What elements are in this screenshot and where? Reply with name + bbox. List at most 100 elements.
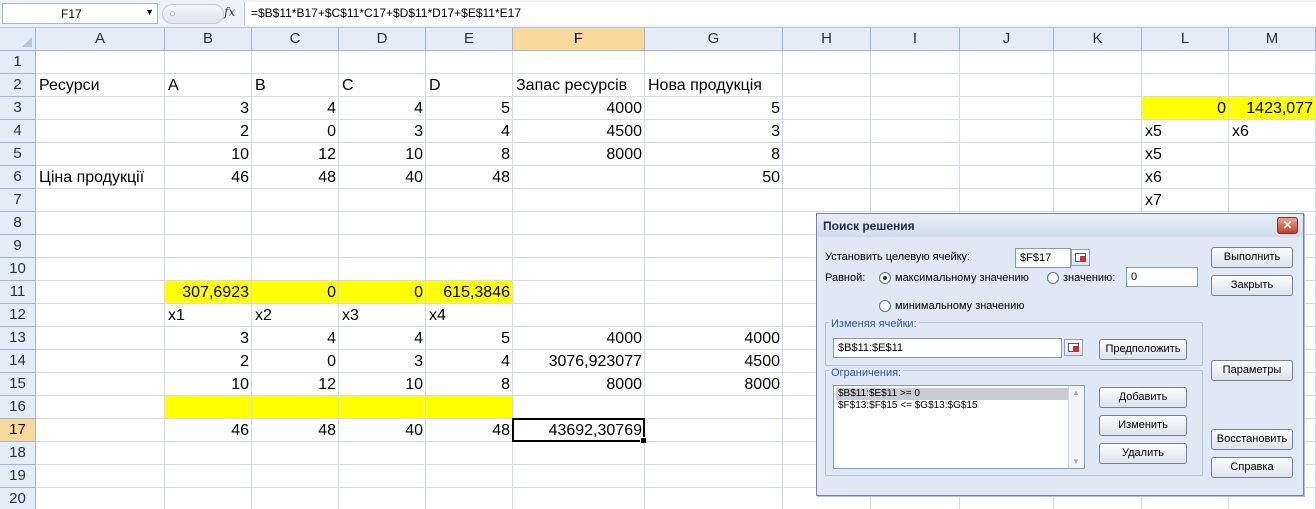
cell-c12[interactable]: x2 xyxy=(252,304,339,327)
cell-d6[interactable]: 40 xyxy=(339,166,426,189)
cell-e14[interactable]: 4 xyxy=(426,350,513,373)
chevron-down-icon[interactable]: ▼ xyxy=(145,7,154,17)
cell-b12[interactable]: x1 xyxy=(165,304,252,327)
target-cell-input[interactable]: $F$17 xyxy=(1015,248,1071,268)
cell-c2[interactable]: B xyxy=(252,74,339,97)
cell-m3[interactable]: 1423,077 xyxy=(1229,97,1316,120)
row-header[interactable]: 12 xyxy=(0,304,36,327)
row-header[interactable]: 9 xyxy=(0,235,36,258)
row-header[interactable]: 16 xyxy=(0,396,36,419)
cell-e15[interactable]: 8 xyxy=(426,373,513,396)
cell-c15[interactable]: 12 xyxy=(252,373,339,396)
column-header[interactable]: K xyxy=(1054,28,1142,51)
row-header[interactable]: 8 xyxy=(0,212,36,235)
cell-d5[interactable]: 10 xyxy=(339,143,426,166)
cell-d11[interactable]: 0 xyxy=(339,281,426,304)
changing-cells-input[interactable]: $B$11:$E$11 xyxy=(833,338,1062,358)
column-header[interactable]: B xyxy=(165,28,252,51)
row-header[interactable]: 17 xyxy=(0,419,36,442)
cell-g5[interactable]: 8 xyxy=(645,143,783,166)
cell-d2[interactable]: C xyxy=(339,74,426,97)
cell-b2[interactable]: A xyxy=(165,74,252,97)
cell-g14[interactable]: 4500 xyxy=(645,350,783,373)
constraints-list[interactable]: $B$11:$E$11 >= 0 $F$13:$F$15 <= $G$13:$G… xyxy=(833,385,1085,469)
options-button[interactable]: Параметры xyxy=(1211,360,1293,381)
row-header[interactable]: 10 xyxy=(0,258,36,281)
row-header[interactable]: 18 xyxy=(0,442,36,465)
close-icon[interactable]: ✕ xyxy=(1277,217,1298,234)
change-constraint-button[interactable]: Изменить xyxy=(1099,415,1187,436)
cell-c4[interactable]: 0 xyxy=(252,120,339,143)
dialog-titlebar[interactable]: Поиск решения ✕ xyxy=(817,214,1303,237)
column-header[interactable]: H xyxy=(783,28,871,51)
delete-constraint-button[interactable]: Удалить xyxy=(1099,443,1187,464)
name-box[interactable]: F17 ▼ xyxy=(2,3,158,24)
cell-e2[interactable]: D xyxy=(426,74,513,97)
cell-f14[interactable]: 3076,923077 xyxy=(513,350,645,373)
cell-a6[interactable]: Ціна продукції xyxy=(36,166,165,189)
cell-g13[interactable]: 4000 xyxy=(645,327,783,350)
cell-f5[interactable]: 8000 xyxy=(513,143,645,166)
cell-a2[interactable]: Ресурси xyxy=(36,74,165,97)
row-header[interactable]: 14 xyxy=(0,350,36,373)
cell-l6[interactable]: x6 xyxy=(1142,166,1229,189)
cell-e4[interactable]: 4 xyxy=(426,120,513,143)
column-header[interactable]: I xyxy=(871,28,960,51)
cell-e6[interactable]: 48 xyxy=(426,166,513,189)
cell-g4[interactable]: 3 xyxy=(645,120,783,143)
cell-g15[interactable]: 8000 xyxy=(645,373,783,396)
column-header[interactable]: M xyxy=(1229,28,1316,51)
add-constraint-button[interactable]: Добавить xyxy=(1099,387,1187,408)
help-button[interactable]: Справка xyxy=(1211,457,1293,478)
cell-e17[interactable]: 48 xyxy=(426,419,513,442)
guess-button[interactable]: Предположить xyxy=(1099,339,1187,360)
cell-c5[interactable]: 12 xyxy=(252,143,339,166)
insert-function-icon[interactable]: fx xyxy=(224,5,235,19)
cell-m4[interactable]: x6 xyxy=(1229,120,1316,143)
row-header[interactable]: 11 xyxy=(0,281,36,304)
cell-l7[interactable]: x7 xyxy=(1142,189,1229,212)
cell-g3[interactable]: 5 xyxy=(645,97,783,120)
column-header[interactable]: J xyxy=(960,28,1054,51)
row-header[interactable]: 20 xyxy=(0,488,36,509)
formula-bar-handle[interactable]: ○ xyxy=(162,4,224,24)
cell-l5[interactable]: x5 xyxy=(1142,143,1229,166)
cell-d13[interactable]: 4 xyxy=(339,327,426,350)
scroll-down-icon[interactable]: ▼ xyxy=(1072,457,1080,466)
cell-c13[interactable]: 4 xyxy=(252,327,339,350)
cell-b4[interactable]: 2 xyxy=(165,120,252,143)
cell-b15[interactable]: 10 xyxy=(165,373,252,396)
reset-button[interactable]: Восстановить xyxy=(1211,429,1293,450)
cell-l4[interactable]: x5 xyxy=(1142,120,1229,143)
row-header[interactable]: 1 xyxy=(0,51,36,74)
cell-e3[interactable]: 5 xyxy=(426,97,513,120)
cell-c3[interactable]: 4 xyxy=(252,97,339,120)
column-header[interactable]: C xyxy=(252,28,339,51)
cell-c17[interactable]: 48 xyxy=(252,419,339,442)
radio-max[interactable] xyxy=(879,272,891,284)
column-header[interactable]: E xyxy=(426,28,513,51)
cell-b5[interactable]: 10 xyxy=(165,143,252,166)
solve-button[interactable]: Выполнить xyxy=(1211,247,1293,268)
column-header[interactable]: L xyxy=(1142,28,1229,51)
row-header[interactable]: 15 xyxy=(0,373,36,396)
formula-input[interactable]: =$B$11*B17+$C$11*C17+$D$11*D17+$E$11*E17 xyxy=(244,2,1316,25)
cell-d14[interactable]: 3 xyxy=(339,350,426,373)
cell-c11[interactable]: 0 xyxy=(252,281,339,304)
radio-value[interactable] xyxy=(1047,272,1059,284)
row-header[interactable]: 13 xyxy=(0,327,36,350)
cell-b17[interactable]: 46 xyxy=(165,419,252,442)
cell-d3[interactable]: 4 xyxy=(339,97,426,120)
cell-d17[interactable]: 40 xyxy=(339,419,426,442)
row-header[interactable]: 6 xyxy=(0,166,36,189)
cell-d12[interactable]: x3 xyxy=(339,304,426,327)
cell-e5[interactable]: 8 xyxy=(426,143,513,166)
value-input[interactable]: 0 xyxy=(1126,267,1198,287)
cell-b13[interactable]: 3 xyxy=(165,327,252,350)
cell-g6[interactable]: 50 xyxy=(645,166,783,189)
row-header[interactable]: 5 xyxy=(0,143,36,166)
column-header[interactable]: A xyxy=(36,28,165,51)
scroll-up-icon[interactable]: ▲ xyxy=(1072,388,1080,397)
cell-f15[interactable]: 8000 xyxy=(513,373,645,396)
cell-l3[interactable]: 0 xyxy=(1142,97,1229,120)
